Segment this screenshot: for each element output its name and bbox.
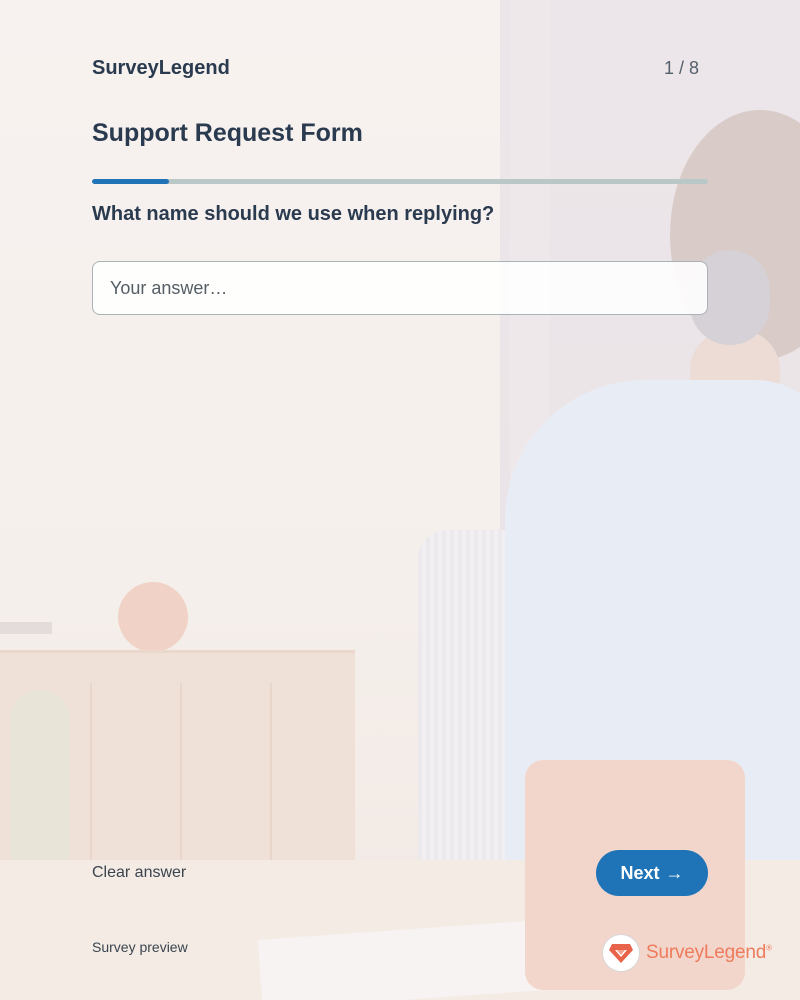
form-title: Support Request Form [92, 119, 363, 147]
survey-preview-label: Survey preview [92, 939, 188, 955]
clear-answer-link[interactable]: Clear answer [92, 864, 186, 882]
progress-bar-fill [92, 179, 169, 184]
surveylegend-diamond-icon [602, 934, 640, 972]
surveylegend-logo[interactable]: SurveyLegend® [602, 934, 772, 972]
survey-page: SurveyLegend 1 / 8 Support Request Form … [0, 0, 800, 1000]
next-button[interactable]: Next → [596, 850, 708, 896]
page-counter: 1 / 8 [663, 58, 699, 78]
question-text: What name should we use when replying? [92, 203, 495, 225]
arrow-right-icon: → [665, 862, 684, 883]
next-button-label: Next [620, 862, 660, 883]
progress-bar [92, 179, 708, 184]
answer-input[interactable] [92, 261, 708, 315]
brand-name: SurveyLegend [92, 57, 230, 79]
logo-text: SurveyLegend® [646, 942, 772, 963]
